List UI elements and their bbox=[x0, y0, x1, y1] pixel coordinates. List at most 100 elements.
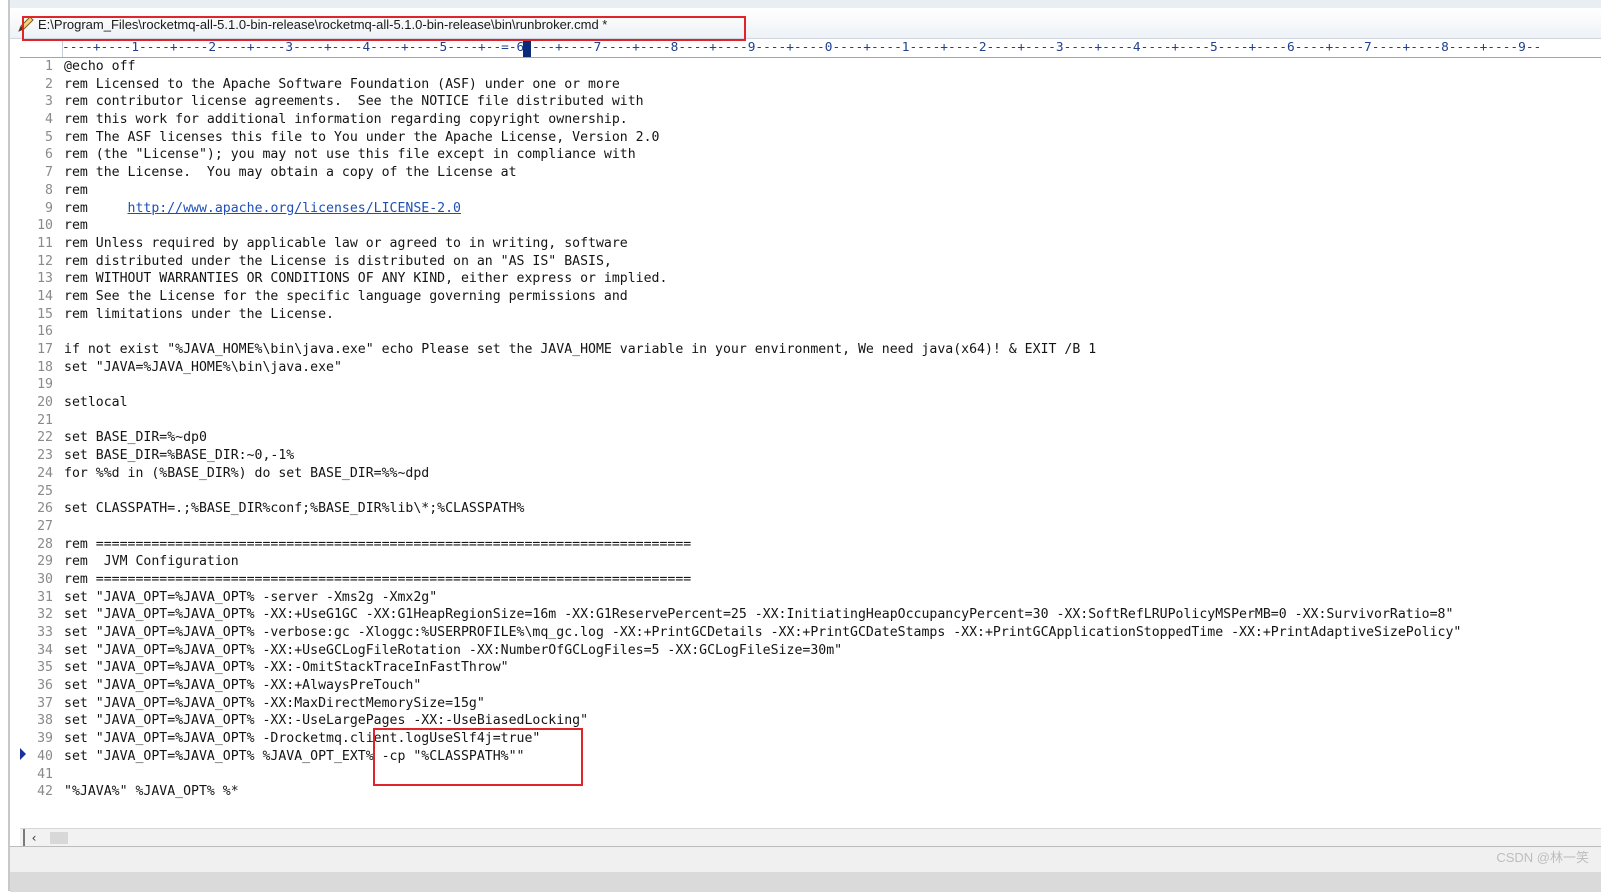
code-line[interactable]: @echo off bbox=[64, 58, 1461, 76]
line-number: 9 bbox=[45, 200, 53, 216]
line-number: 1 bbox=[45, 59, 53, 74]
code-line[interactable]: set "JAVA_OPT=%JAVA_OPT% -XX:+UseG1GC -X… bbox=[64, 606, 1461, 624]
code-line[interactable]: rem (the "License"); you may not use thi… bbox=[64, 146, 1461, 164]
line-number: 15 bbox=[37, 306, 53, 322]
watermark-text: CSDN @林一笑 bbox=[1496, 850, 1589, 865]
line-number: 42 bbox=[37, 784, 53, 800]
code-line[interactable]: set "JAVA_OPT=%JAVA_OPT% -XX:-UseLargePa… bbox=[64, 712, 1461, 730]
line-number: 30 bbox=[37, 571, 53, 587]
line-number: 39 bbox=[37, 731, 53, 747]
code-line[interactable]: rem Unless required by applicable law or… bbox=[64, 235, 1461, 253]
code-line[interactable] bbox=[64, 483, 1461, 501]
line-number: 29 bbox=[37, 554, 53, 570]
line-number-gutter: 1 2 3 4 5 6 7 8 9 10 11 12 13 14 15 16 17 18 19 20 21 22 23 24 2… bbox=[20, 58, 53, 801]
line-number: 41 bbox=[37, 766, 53, 782]
code-line[interactable] bbox=[64, 323, 1461, 341]
column-ruler: ----+----1----+----2----+----3----+----4… bbox=[20, 39, 1601, 58]
code-line[interactable]: "%JAVA%" %JAVA_OPT% %* bbox=[64, 783, 1461, 801]
line-number: 10 bbox=[37, 218, 53, 234]
line-number: 4 bbox=[45, 112, 53, 128]
code-line[interactable]: rem bbox=[64, 182, 1461, 200]
line-number: 20 bbox=[37, 395, 53, 411]
code-line[interactable]: set "JAVA_OPT=%JAVA_OPT% -XX:MaxDirectMe… bbox=[64, 695, 1461, 713]
code-line[interactable] bbox=[64, 766, 1461, 784]
line-number: 8 bbox=[45, 182, 53, 198]
code-line[interactable]: rem this work for additional information… bbox=[64, 111, 1461, 129]
code-line[interactable]: setlocal bbox=[64, 394, 1461, 412]
line-number: 16 bbox=[37, 324, 53, 340]
code-line[interactable]: rem limitations under the License. bbox=[64, 306, 1461, 324]
line-number: 36 bbox=[37, 678, 53, 694]
line-number: 21 bbox=[37, 412, 53, 428]
line-number: 28 bbox=[37, 536, 53, 552]
ruler-margin bbox=[20, 39, 63, 57]
line-number: 23 bbox=[37, 448, 53, 464]
line-number: 18 bbox=[37, 359, 53, 375]
code-line[interactable]: rem JVM Configuration bbox=[64, 553, 1461, 571]
line-number: 34 bbox=[37, 642, 53, 658]
line-number: 11 bbox=[37, 235, 53, 251]
code-line[interactable]: for %%d in (%BASE_DIR%) do set BASE_DIR=… bbox=[64, 465, 1461, 483]
line-number: 33 bbox=[37, 625, 53, 640]
line-number: 19 bbox=[37, 377, 53, 393]
scrollbar-edge bbox=[23, 829, 25, 847]
code-line[interactable]: rem distributed under the License is dis… bbox=[64, 253, 1461, 271]
code-line[interactable]: set "JAVA_OPT=%JAVA_OPT% -Drocketmq.clie… bbox=[64, 730, 1461, 748]
line-number: 32 bbox=[37, 607, 53, 623]
code-line[interactable]: rem The ASF licenses this file to You un… bbox=[64, 129, 1461, 147]
line-number: 26 bbox=[37, 501, 53, 517]
line-number: 3 bbox=[45, 94, 53, 110]
current-line-marker-icon bbox=[20, 748, 26, 760]
code-line[interactable] bbox=[64, 412, 1461, 430]
line-number: 17 bbox=[37, 342, 53, 357]
code-line[interactable]: rem ====================================… bbox=[64, 536, 1461, 554]
code-line-prefix: rem bbox=[64, 200, 128, 216]
code-line[interactable]: set "JAVA_OPT=%JAVA_OPT% %JAVA_OPT_EXT% … bbox=[64, 748, 1461, 766]
license-link[interactable]: http://www.apache.org/licenses/LICENSE-2… bbox=[128, 201, 461, 216]
code-line[interactable]: rem Licensed to the Apache Software Foun… bbox=[64, 76, 1461, 94]
code-line[interactable]: set CLASSPATH=.;%BASE_DIR%conf;%BASE_DIR… bbox=[64, 500, 1461, 518]
line-number: 13 bbox=[37, 271, 53, 287]
code-line[interactable]: rem http://www.apache.org/licenses/LICEN… bbox=[64, 200, 1461, 218]
line-number: 14 bbox=[37, 288, 53, 304]
ruler-column-marker bbox=[523, 40, 531, 57]
code-line[interactable]: rem See the License for the specific lan… bbox=[64, 288, 1461, 306]
line-number: 25 bbox=[37, 483, 53, 499]
editor-window: E:\Program_Files\rocketmq-all-5.1.0-bin-… bbox=[8, 0, 1601, 892]
pencil-icon bbox=[18, 16, 34, 32]
code-editor[interactable]: 1 2 3 4 5 6 7 8 9 10 11 12 13 14 15 16 17 18 19 20 21 22 23 24 2… bbox=[20, 58, 1601, 848]
code-line[interactable]: set "JAVA_OPT=%JAVA_OPT% -server -Xms2g … bbox=[64, 589, 1461, 607]
code-line[interactable]: rem contributor license agreements. See … bbox=[64, 93, 1461, 111]
code-line[interactable]: rem WITHOUT WARRANTIES OR CONDITIONS OF … bbox=[64, 270, 1461, 288]
code-line[interactable] bbox=[64, 376, 1461, 394]
file-title-bar: E:\Program_Files\rocketmq-all-5.1.0-bin-… bbox=[10, 8, 1601, 39]
line-number: 35 bbox=[37, 660, 53, 676]
line-number: 7 bbox=[45, 165, 53, 181]
horizontal-scrollbar[interactable]: ‹ bbox=[20, 828, 1601, 847]
code-line[interactable]: rem the License. You may obtain a copy o… bbox=[64, 164, 1461, 182]
code-line[interactable]: set "JAVA=%JAVA_HOME%\bin\java.exe" bbox=[64, 359, 1461, 377]
code-line[interactable]: set "JAVA_OPT=%JAVA_OPT% -XX:-OmitStackT… bbox=[64, 659, 1461, 677]
code-line[interactable] bbox=[64, 518, 1461, 536]
code-line[interactable]: set "JAVA_OPT=%JAVA_OPT% -XX:+AlwaysPreT… bbox=[64, 677, 1461, 695]
code-line[interactable]: if not exist "%JAVA_HOME%\bin\java.exe" … bbox=[64, 341, 1461, 359]
line-number: 22 bbox=[37, 430, 53, 446]
scrollbar-thumb[interactable] bbox=[50, 832, 68, 844]
line-number: 12 bbox=[37, 253, 53, 269]
code-line[interactable]: set BASE_DIR=%BASE_DIR:~0,-1% bbox=[64, 447, 1461, 465]
code-line[interactable]: rem bbox=[64, 217, 1461, 235]
code-text-area[interactable]: @echo off rem Licensed to the Apache Soft… bbox=[64, 58, 1461, 801]
scroll-left-arrow-icon[interactable]: ‹ bbox=[26, 830, 42, 846]
code-line[interactable]: set "JAVA_OPT=%JAVA_OPT% -XX:+UseGCLogFi… bbox=[64, 642, 1461, 660]
code-line[interactable]: set BASE_DIR=%~dp0 bbox=[64, 429, 1461, 447]
line-number: 2 bbox=[45, 76, 53, 92]
line-number: 27 bbox=[37, 518, 53, 534]
file-path-title: E:\Program_Files\rocketmq-all-5.1.0-bin-… bbox=[38, 17, 608, 32]
line-number: 5 bbox=[45, 129, 53, 145]
code-line[interactable]: rem ====================================… bbox=[64, 571, 1461, 589]
line-number: 38 bbox=[37, 713, 53, 729]
code-line[interactable]: set "JAVA_OPT=%JAVA_OPT% -verbose:gc -Xl… bbox=[64, 624, 1461, 642]
ruler-scale: ----+----1----+----2----+----3----+----4… bbox=[62, 40, 1542, 55]
status-bar: CSDN @林一笑 bbox=[10, 846, 1601, 892]
line-number: 24 bbox=[37, 465, 53, 481]
